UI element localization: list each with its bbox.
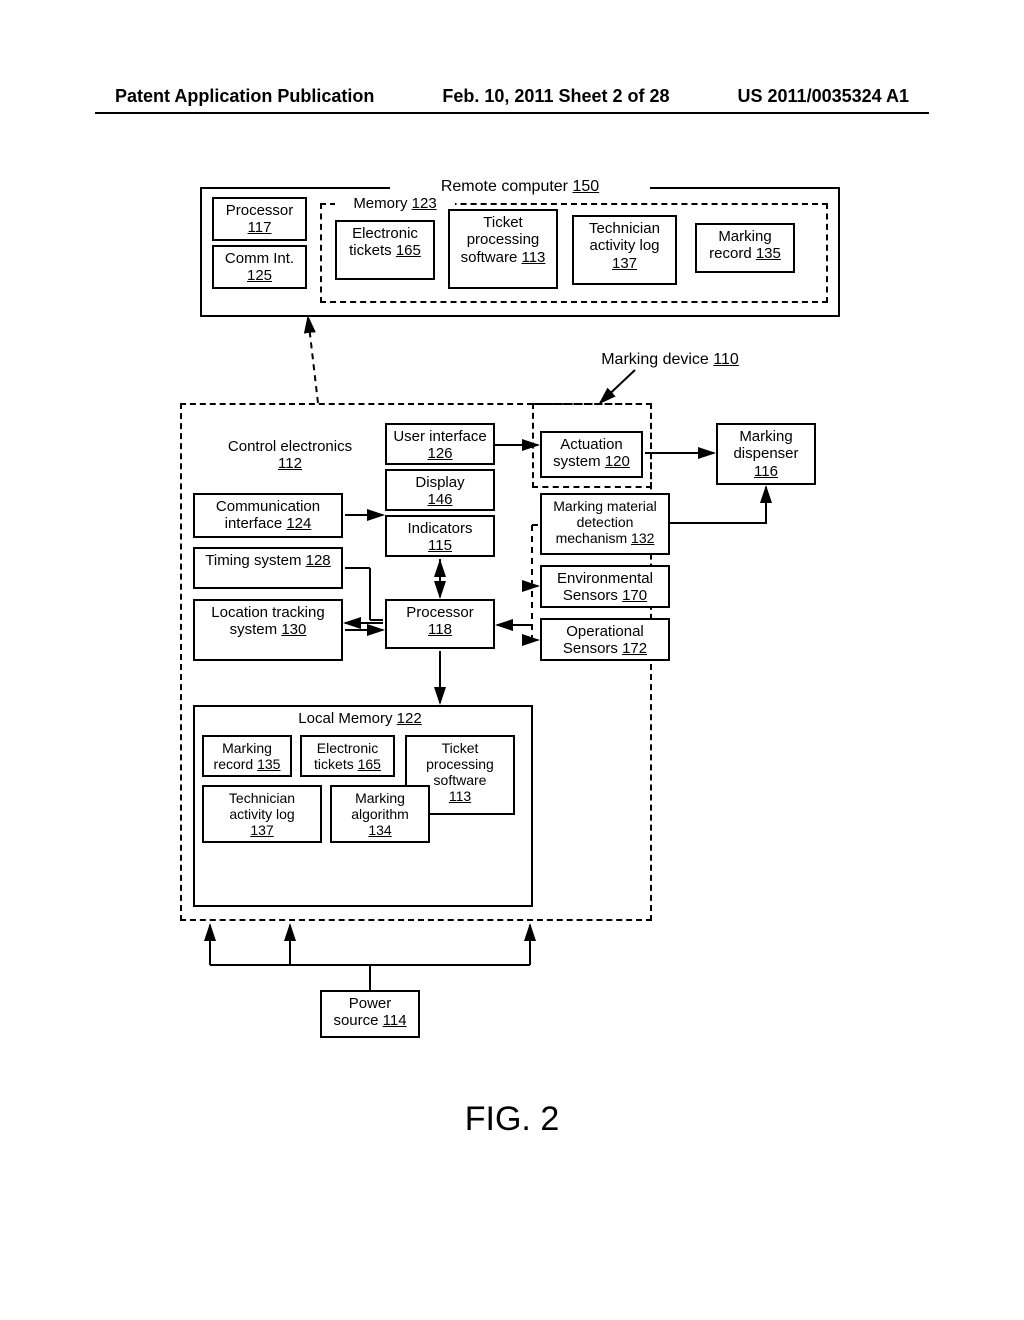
header-rule <box>95 112 929 114</box>
header-right: US 2011/0035324 A1 <box>738 86 909 107</box>
figure-caption: FIG. 2 <box>0 1100 1024 1139</box>
header-left: Patent Application Publication <box>115 86 374 107</box>
page-header: Patent Application Publication Feb. 10, … <box>0 86 1024 107</box>
arrows-layer <box>160 175 860 1075</box>
header-center: Feb. 10, 2011 Sheet 2 of 28 <box>442 86 669 107</box>
